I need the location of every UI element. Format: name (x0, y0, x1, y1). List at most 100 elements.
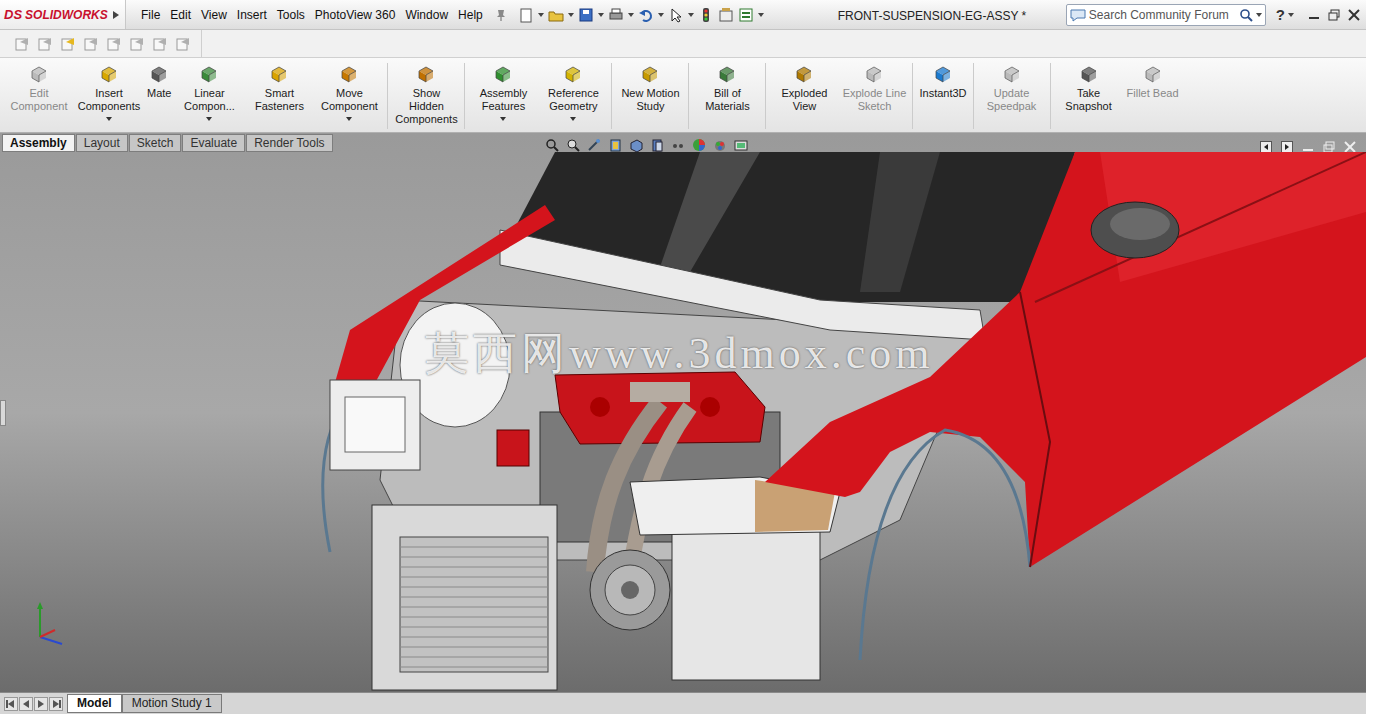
scroll-arrow-icon[interactable] (35, 698, 47, 710)
toolbar-button-icon[interactable] (718, 7, 734, 23)
app-logo[interactable]: DSSOLIDWORKS (0, 0, 126, 29)
toolbar-dropdown-icon[interactable] (628, 13, 634, 17)
view-tool-icon[interactable] (608, 138, 622, 152)
command-dropdown-arrow[interactable] (206, 117, 212, 121)
search-input[interactable] (1089, 6, 1236, 24)
view-tool-icon[interactable] (587, 138, 601, 152)
toolbar-button-icon[interactable] (608, 7, 624, 23)
toolbar-button-icon[interactable] (698, 7, 714, 23)
tab-scroll-button[interactable] (49, 697, 63, 711)
view-tool-icon[interactable] (629, 138, 643, 152)
scroll-arrow-icon[interactable] (5, 698, 17, 710)
command-button[interactable]: Show Hidden Components (391, 63, 461, 133)
minimize-icon[interactable] (1308, 9, 1320, 21)
command-button[interactable]: Reference Geometry (538, 63, 608, 121)
view-tool-icon[interactable] (566, 138, 580, 152)
command-icon[interactable] (639, 63, 661, 85)
bottom-tab[interactable]: Motion Study 1 (122, 694, 222, 713)
filter-icon[interactable] (106, 36, 122, 52)
search-dropdown-icon[interactable] (1256, 13, 1262, 17)
command-icon[interactable] (198, 63, 220, 85)
command-tab[interactable]: Assembly (2, 134, 75, 152)
search-box[interactable] (1066, 4, 1266, 26)
command-button[interactable]: Move Component (314, 63, 384, 121)
toolbar-dropdown-icon[interactable] (688, 13, 694, 17)
tab-scroll-button[interactable] (4, 697, 18, 711)
command-icon[interactable] (793, 63, 815, 85)
menu-item[interactable]: Window (400, 6, 453, 24)
filter-icon[interactable] (83, 36, 99, 52)
pin-icon[interactable] (494, 8, 508, 22)
menu-item[interactable]: Help (453, 6, 488, 24)
command-button[interactable]: New Motion Study (615, 63, 685, 121)
command-button[interactable]: Mate (144, 63, 174, 108)
command-button[interactable]: Insert Components (74, 63, 144, 121)
toolbar-button-icon[interactable] (638, 7, 654, 23)
restore-icon[interactable] (1328, 9, 1340, 21)
view-tool-icon[interactable] (650, 138, 664, 152)
previous-view-icon[interactable] (1260, 141, 1272, 153)
command-icon[interactable] (492, 63, 514, 85)
command-icon[interactable] (1078, 63, 1100, 85)
toolbar-button-icon[interactable] (738, 7, 754, 23)
bottom-tab[interactable]: Model (67, 694, 122, 713)
toolbar-dropdown-icon[interactable] (658, 13, 664, 17)
toolbar-dropdown-icon[interactable] (538, 13, 544, 17)
filter-icon[interactable] (60, 36, 76, 52)
view-tool-icon[interactable] (545, 138, 559, 152)
filter-icon[interactable] (152, 36, 168, 52)
filter-icon[interactable] (14, 36, 30, 52)
tab-scroll-button[interactable] (19, 697, 33, 711)
command-button[interactable]: Assembly Features (468, 63, 538, 121)
command-icon[interactable] (338, 63, 360, 85)
view-tool-icon[interactable] (692, 138, 706, 152)
view-tool-icon[interactable] (713, 138, 727, 152)
menu-item[interactable]: PhotoView 360 (310, 6, 401, 24)
command-icon[interactable] (932, 63, 954, 85)
help-dropdown-icon[interactable] (1288, 13, 1294, 17)
toolbar-button-icon[interactable] (668, 7, 684, 23)
scroll-arrow-icon[interactable] (50, 698, 62, 710)
close-icon[interactable] (1348, 9, 1360, 21)
command-button[interactable]: Exploded View (769, 63, 839, 121)
command-dropdown-arrow[interactable] (570, 117, 576, 121)
toolbar-button-icon[interactable] (578, 7, 594, 23)
help-menu[interactable]: ? (1276, 7, 1294, 23)
command-icon[interactable] (268, 63, 290, 85)
command-button[interactable]: Linear Compon... (174, 63, 244, 121)
command-dropdown-arrow[interactable] (106, 117, 112, 121)
scroll-arrow-icon[interactable] (20, 698, 32, 710)
toolbar-button-icon[interactable] (548, 7, 564, 23)
toolbar-dropdown-icon[interactable] (568, 13, 574, 17)
command-tab[interactable]: Sketch (129, 134, 182, 152)
menu-item[interactable]: View (196, 6, 232, 24)
command-tab[interactable]: Layout (76, 134, 128, 152)
toolbar-dropdown-icon[interactable] (598, 13, 604, 17)
help-button[interactable]: ? (1276, 7, 1285, 23)
command-button[interactable]: Instant3D (916, 63, 969, 108)
command-icon[interactable] (148, 63, 170, 85)
menu-item[interactable]: Tools (272, 6, 310, 24)
filter-icon[interactable] (37, 36, 53, 52)
command-dropdown-arrow[interactable] (500, 117, 506, 121)
graphics-area[interactable]: AssemblyLayoutSketchEvaluateRender Tools… (0, 133, 1366, 692)
view-tool-icon[interactable] (734, 138, 748, 152)
command-button[interactable]: Take Snapshot (1054, 63, 1124, 121)
menu-item[interactable]: Edit (165, 6, 196, 24)
expand-arrow-icon[interactable] (113, 11, 119, 19)
view-tool-icon[interactable] (671, 138, 685, 152)
command-dropdown-arrow[interactable] (346, 117, 352, 121)
model-view[interactable]: 莫西网www.3dmox.com (0, 152, 1366, 692)
command-tab[interactable]: Render Tools (246, 134, 333, 152)
filter-icon[interactable] (175, 36, 191, 52)
command-icon[interactable] (716, 63, 738, 85)
magnifier-icon[interactable] (1239, 8, 1253, 22)
command-tab[interactable]: Evaluate (182, 134, 245, 152)
command-button[interactable]: Smart Fasteners (244, 63, 314, 121)
toolbar-button-icon[interactable] (518, 7, 534, 23)
viewport-minimize-icon[interactable] (1302, 141, 1314, 153)
command-icon[interactable] (98, 63, 120, 85)
filter-icon[interactable] (129, 36, 145, 52)
command-icon[interactable] (415, 63, 437, 85)
viewport-restore-icon[interactable] (1323, 141, 1335, 153)
